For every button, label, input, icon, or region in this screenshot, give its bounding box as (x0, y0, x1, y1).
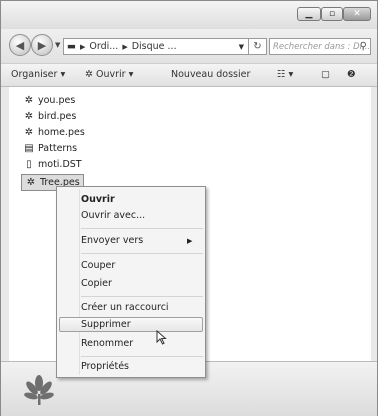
submenu-arrow-icon: ▶ (187, 237, 193, 245)
embroidery-file-icon: ✲ (26, 176, 36, 188)
embroidery-app-icon: ✲ (85, 69, 96, 80)
breadcrumb-computer[interactable]: Ordi... (89, 41, 118, 52)
context-menu: Ouvrir Ouvrir avec... Envoyer vers ▶ Cou… (56, 186, 206, 378)
menu-item-copy[interactable]: Copier (81, 275, 112, 293)
new-folder-button[interactable]: Nouveau dossier (171, 69, 250, 80)
minimize-button[interactable]: ▁ (297, 7, 321, 21)
address-row: ◀ ▶ ▼ ▬ ▶ Ordi... ▶ Disque ... ▼ ↻ Reche… (1, 29, 377, 63)
open-button[interactable]: ✲ Ouvrir ▾ (85, 69, 133, 80)
document-icon: ▯ (26, 158, 32, 170)
back-button[interactable]: ◀ (9, 34, 31, 56)
tree-thumbnail-icon (24, 375, 54, 405)
maximize-icon: ▫ (328, 9, 336, 19)
menu-item-properties[interactable]: Propriétés (81, 358, 129, 376)
file-item[interactable]: ✲ bird.pes (23, 109, 77, 124)
forward-button[interactable]: ▶ (31, 34, 53, 56)
file-name: you.pes (38, 95, 76, 106)
computer-icon: ▬ (67, 41, 76, 52)
address-dropdown-icon[interactable]: ▼ (239, 43, 244, 51)
open-button-label: Ouvrir ▾ (95, 69, 134, 80)
search-placeholder: Rechercher dans : Di... (273, 41, 371, 52)
file-name: home.pes (38, 127, 85, 138)
view-options-icon[interactable]: ☷ ▾ (277, 69, 293, 80)
maximize-button[interactable]: ▫ (321, 7, 343, 21)
preview-pane-icon[interactable]: ▢ (321, 69, 330, 80)
embroidery-file-icon: ✲ (24, 110, 34, 122)
file-name: bird.pes (38, 111, 77, 122)
back-arrow-icon: ◀ (15, 38, 25, 52)
menu-item-label: Envoyer vers (81, 235, 144, 246)
forward-arrow-icon: ▶ (37, 38, 47, 52)
menu-separator (81, 253, 203, 254)
breadcrumb-separator-icon[interactable]: ▶ (122, 43, 127, 51)
close-button[interactable]: ✕ (343, 7, 371, 21)
menu-separator (81, 356, 203, 357)
file-item[interactable]: ✲ home.pes (23, 125, 85, 140)
search-input[interactable]: Rechercher dans : Di... ⚲ (269, 38, 371, 55)
address-bar[interactable]: ▬ ▶ Ordi... ▶ Disque ... ▼ (63, 38, 249, 55)
menu-item-send-to[interactable]: Envoyer vers ▶ (81, 232, 192, 250)
minimize-icon: ▁ (305, 9, 313, 19)
organize-button[interactable]: Organiser ▾ (11, 69, 65, 80)
embroidery-file-icon: ✲ (24, 126, 34, 138)
folder-item[interactable]: ▤ Patterns (23, 141, 77, 156)
command-toolbar: Organiser ▾ ✲ Ouvrir ▾ Nouveau dossier ☷… (1, 63, 377, 87)
embroidery-file-icon: ✲ (24, 94, 34, 106)
title-bar: ▁ ▫ ✕ (1, 1, 377, 29)
refresh-button[interactable]: ↻ (249, 38, 267, 55)
menu-item-delete[interactable]: Supprimer (81, 316, 131, 334)
close-icon: ✕ (353, 9, 361, 19)
file-name: moti.DST (38, 159, 82, 170)
breadcrumb-separator-icon[interactable]: ▶ (80, 43, 85, 51)
menu-item-cut[interactable]: Couper (81, 257, 115, 275)
breadcrumb-disk[interactable]: Disque ... (132, 41, 177, 52)
menu-separator (81, 296, 203, 297)
refresh-icon: ↻ (253, 41, 262, 52)
file-name: Patterns (38, 143, 78, 154)
menu-gutter (79, 189, 80, 375)
file-item[interactable]: ▯ moti.DST (23, 157, 82, 172)
search-icon[interactable]: ⚲ (360, 41, 367, 52)
menu-item-open-with[interactable]: Ouvrir avec... (81, 207, 145, 225)
help-icon[interactable]: ❷ (347, 69, 356, 80)
menu-item-create-shortcut[interactable]: Créer un raccourci (81, 299, 169, 317)
file-item[interactable]: ✲ you.pes (23, 93, 76, 108)
folder-icon: ▤ (24, 142, 34, 154)
recent-pages-dropdown-icon[interactable]: ▼ (55, 41, 60, 49)
menu-item-rename[interactable]: Renommer (81, 335, 133, 353)
menu-separator (81, 228, 203, 229)
mouse-pointer-icon (156, 330, 167, 345)
